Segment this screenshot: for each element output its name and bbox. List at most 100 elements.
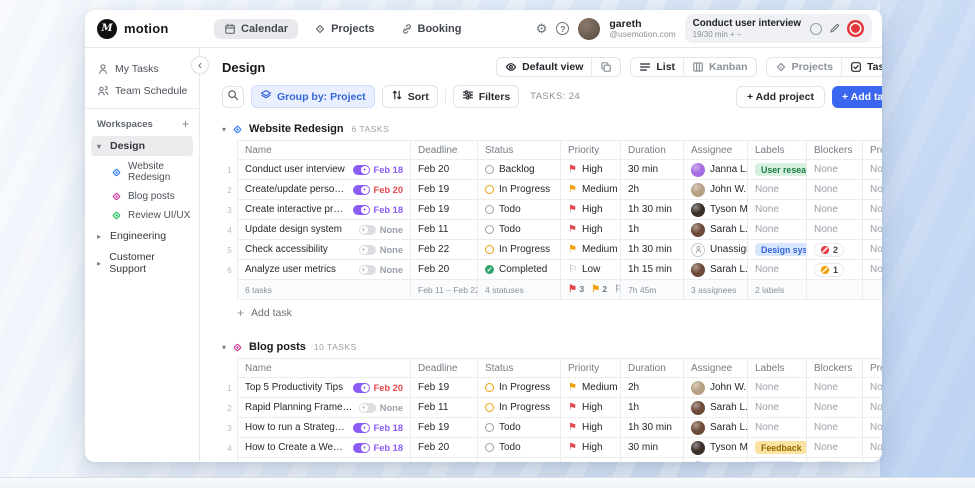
add-workspace-button[interactable]: + bbox=[182, 117, 189, 131]
nav-tab-calendar[interactable]: Calendar bbox=[214, 19, 298, 39]
assignee-avatar bbox=[691, 203, 705, 217]
labels-cell: None bbox=[748, 418, 807, 438]
assignee-cell: Janna L. bbox=[684, 160, 748, 180]
assignee-cell: Sarah L. bbox=[684, 260, 748, 280]
sidebar-project-website-redesign[interactable]: Website Redesign bbox=[85, 157, 199, 187]
auto-schedule: Feb 18 bbox=[353, 443, 403, 453]
help-icon[interactable]: ? bbox=[556, 22, 569, 35]
filters-button[interactable]: Filters bbox=[453, 85, 520, 108]
default-view-label: Default view bbox=[522, 61, 583, 73]
projects-scope-button[interactable]: Projects bbox=[767, 58, 841, 76]
chevron-down-icon[interactable]: ▾ bbox=[222, 343, 226, 352]
person-icon bbox=[97, 63, 109, 75]
auto-schedule-toggle[interactable] bbox=[359, 265, 376, 275]
task-row[interactable]: 4Update design system None Feb 11Todo⚑Hi… bbox=[222, 220, 882, 240]
column-header-status: Status bbox=[478, 140, 561, 160]
blocked-icon bbox=[820, 245, 830, 255]
search-button[interactable] bbox=[222, 86, 244, 108]
row-number: 3 bbox=[222, 200, 237, 220]
section-website-redesign: ▾ Website Redesign 6 TASKS NameDeadlineS… bbox=[200, 118, 882, 336]
summary-assignees: 3 assignees bbox=[684, 280, 748, 300]
auto-schedule: None bbox=[359, 245, 403, 255]
sidebar-item-customer-support[interactable]: ▸Customer Support bbox=[91, 247, 193, 279]
sidebar-project-blog-posts[interactable]: Blog posts bbox=[85, 187, 199, 206]
nav-tab-projects[interactable]: Projects bbox=[304, 19, 384, 39]
layout-toggle-group: List Kanban bbox=[630, 57, 756, 77]
auto-schedule-toggle[interactable] bbox=[353, 423, 370, 433]
task-row[interactable]: 1Conduct user interview Feb 18 Feb 20Bac… bbox=[222, 160, 882, 180]
auto-schedule-toggle[interactable] bbox=[353, 443, 370, 453]
task-row[interactable]: 5Check accessibility None Feb 22In Progr… bbox=[222, 240, 882, 260]
user-avatar[interactable] bbox=[578, 18, 600, 40]
priority-cell: ⚑High bbox=[561, 398, 621, 418]
auto-schedule: Feb 18 bbox=[353, 423, 403, 433]
priority-flag-icon: ⚑ bbox=[568, 185, 577, 195]
chevron-down-icon[interactable]: ▾ bbox=[222, 125, 226, 134]
status-circle-icon bbox=[485, 225, 494, 234]
progress-cell: No bbox=[863, 260, 882, 280]
row-number: 4 bbox=[222, 438, 237, 458]
auto-schedule-toggle[interactable] bbox=[353, 383, 370, 393]
duplicate-view-button[interactable] bbox=[591, 58, 620, 76]
sort-button[interactable]: Sort bbox=[382, 85, 438, 108]
complete-task-circle-icon[interactable] bbox=[810, 23, 822, 35]
assignee-name: Sarah L. bbox=[710, 264, 748, 275]
summary-row: 6 tasksFeb 11 – Feb 224 statuses⚑ 3⚑ 2⚐ … bbox=[222, 280, 882, 300]
status-cell: Backlog bbox=[478, 160, 561, 180]
auto-schedule-toggle[interactable] bbox=[353, 205, 370, 215]
add-project-button[interactable]: + Add project bbox=[736, 86, 825, 108]
default-view-button[interactable]: Default view bbox=[497, 58, 591, 76]
priority-flag-icon: ⚑ bbox=[568, 443, 577, 453]
column-header-deadline: Deadline bbox=[411, 140, 478, 160]
status-circle-icon bbox=[485, 443, 494, 452]
background-streaks bbox=[880, 0, 975, 478]
timer-elapsed: 19/30 min + − bbox=[693, 30, 801, 39]
name-cell: How to Create a Weekly Plan Feb 18 bbox=[237, 438, 411, 458]
deadline-cell: Feb 20 bbox=[411, 438, 478, 458]
kanban-view-button[interactable]: Kanban bbox=[683, 58, 756, 76]
list-view-button[interactable]: List bbox=[631, 58, 683, 76]
priority-label: High bbox=[582, 402, 603, 413]
status-cell: In Progress bbox=[478, 240, 561, 260]
auto-schedule-toggle[interactable] bbox=[353, 185, 370, 195]
task-row[interactable]: 1Top 5 Productivity Tips Feb 20 Feb 19In… bbox=[222, 378, 882, 398]
task-row[interactable]: 4How to Create a Weekly Plan Feb 18 Feb … bbox=[222, 438, 882, 458]
task-row[interactable]: 3How to run a Strategy Meeting Feb 18 Fe… bbox=[222, 418, 882, 438]
timer-record-button[interactable] bbox=[847, 20, 864, 37]
nav-tab-booking[interactable]: Booking bbox=[391, 19, 472, 39]
edit-pencil-icon[interactable] bbox=[829, 23, 840, 34]
check-square-icon bbox=[850, 61, 862, 73]
task-row[interactable]: 2Create/update personas Feb 20 Feb 19In … bbox=[222, 180, 882, 200]
sidebar-item-team-schedule[interactable]: Team Schedule bbox=[85, 80, 199, 102]
workspace-label: Design bbox=[110, 140, 145, 152]
group-by-button[interactable]: Group by: Project bbox=[251, 85, 375, 108]
auto-schedule: Feb 20 bbox=[353, 383, 403, 393]
project-diamond-icon bbox=[111, 167, 122, 178]
auto-schedule-toggle[interactable] bbox=[359, 403, 376, 413]
add-task-button[interactable]: + Add task bbox=[832, 86, 882, 108]
auto-schedule-date: None bbox=[380, 265, 403, 275]
assignee-cell: Unassigned bbox=[684, 458, 748, 462]
task-row[interactable]: 6Analyze user metrics None Feb 20✓Comple… bbox=[222, 260, 882, 280]
collapse-sidebar-button[interactable]: ‹ bbox=[191, 56, 209, 74]
task-row[interactable]: 2Rapid Planning Frameworks None Feb 11In… bbox=[222, 398, 882, 418]
sidebar-item-my-tasks[interactable]: My Tasks bbox=[85, 58, 199, 80]
auto-schedule-date: None bbox=[380, 245, 403, 255]
auto-schedule-toggle[interactable] bbox=[359, 245, 376, 255]
settings-gear-icon[interactable]: ⚙ bbox=[536, 21, 548, 37]
tasks-scope-button[interactable]: Tasks bbox=[841, 58, 882, 76]
row-number: 1 bbox=[222, 160, 237, 180]
task-row[interactable]: 5Understand and Resolve Conflict Feb 18 … bbox=[222, 458, 882, 462]
column-header-priority: Priority bbox=[561, 140, 621, 160]
sidebar-item-design[interactable]: ▾ Design bbox=[91, 136, 193, 156]
auto-schedule-toggle[interactable] bbox=[353, 165, 370, 175]
sidebar-project-review-ui-ux[interactable]: Review UI/UX bbox=[85, 206, 199, 225]
sidebar-item-engineering[interactable]: ▸Engineering bbox=[91, 226, 193, 246]
add-task-link[interactable]: + Add task bbox=[237, 306, 882, 320]
auto-schedule-toggle[interactable] bbox=[359, 225, 376, 235]
task-row[interactable]: 3Create interactive prototypes Feb 18 Fe… bbox=[222, 200, 882, 220]
assignee-avatar bbox=[691, 401, 705, 415]
task-name: Rapid Planning Frameworks bbox=[245, 402, 354, 413]
auto-schedule-date: Feb 20 bbox=[374, 383, 403, 393]
column-header-deadline: Deadline bbox=[411, 358, 478, 378]
